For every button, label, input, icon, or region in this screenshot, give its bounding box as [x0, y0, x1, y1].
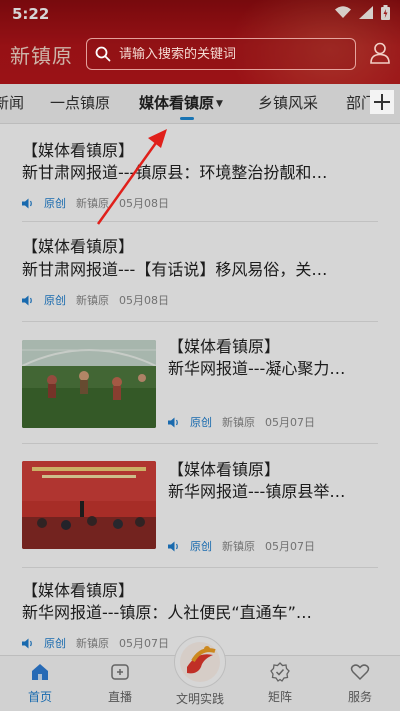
search-bar[interactable] — [86, 38, 356, 70]
article-source: 新镇原 — [222, 416, 255, 429]
wifi-icon — [335, 6, 351, 18]
search-icon — [95, 46, 111, 62]
original-tag: 原创 — [44, 637, 66, 650]
nav-service-label: 服务 — [347, 690, 372, 704]
nav-home[interactable]: 首页 — [10, 662, 70, 705]
speaker-icon — [168, 417, 178, 427]
article-thumbnail-event-stage — [22, 461, 156, 549]
article-source: 新镇原 — [76, 294, 109, 307]
search-input[interactable] — [119, 46, 339, 62]
nav-service[interactable]: 服务 — [330, 662, 390, 705]
article-date: 05月07日 — [265, 540, 315, 553]
article-title-prefix: 【媒体看镇原】 — [168, 337, 281, 356]
signal-icon — [359, 6, 373, 19]
nav-matrix[interactable]: 矩阵 — [250, 662, 310, 705]
status-bar: 5:22 — [0, 0, 400, 28]
battery-icon — [381, 5, 390, 20]
home-icon — [32, 664, 48, 680]
nav-civilization-label: 文明实践 — [175, 692, 224, 706]
speaker-icon — [22, 295, 32, 305]
nav-live[interactable]: 直播 — [90, 662, 150, 705]
article-list: 【媒体看镇原】 新甘肃网报道---镇原县：环境整治扮靓和… 原创 新镇原 05月… — [0, 125, 400, 655]
article-thumbnail-greenhouse — [22, 340, 156, 428]
article-title: 新甘肃网报道---镇原县：环境整治扮靓和… — [22, 163, 328, 182]
article-date: 05月07日 — [265, 416, 315, 429]
add-channel-button[interactable] — [370, 90, 394, 114]
speaker-icon — [22, 198, 32, 208]
article-date: 05月08日 — [119, 197, 169, 210]
live-tv-icon — [111, 664, 129, 680]
dropdown-triangle-icon: ▼ — [216, 98, 223, 109]
plus-icon — [374, 94, 390, 110]
app-logo-icon — [180, 642, 220, 682]
article-title-prefix: 【媒体看镇原】 — [22, 141, 135, 160]
divider — [22, 443, 378, 444]
article-meta: 原创 新镇原 05月07日 — [168, 538, 315, 554]
divider — [22, 321, 378, 322]
nav-live-label: 直播 — [107, 690, 132, 704]
article-title: 新华网报道---镇原：人社便民“直通车”… — [22, 603, 312, 622]
user-profile-icon[interactable] — [370, 42, 390, 64]
divider — [22, 567, 378, 568]
article-source: 新镇原 — [76, 637, 109, 650]
article-title-prefix: 【媒体看镇原】 — [22, 581, 135, 600]
tab-yidian-zhenyuan[interactable]: 一点镇原 — [50, 92, 110, 113]
original-tag: 原创 — [190, 540, 212, 553]
article-title-prefix: 【媒体看镇原】 — [168, 460, 281, 479]
original-tag: 原创 — [44, 197, 66, 210]
status-icons — [335, 5, 390, 20]
speaker-icon — [168, 541, 178, 551]
article-date: 05月07日 — [119, 637, 169, 650]
status-time: 5:22 — [12, 5, 50, 23]
original-tag: 原创 — [44, 294, 66, 307]
heart-icon — [350, 664, 370, 681]
article-meta: 原创 新镇原 05月07日 — [22, 635, 169, 651]
tab-township[interactable]: 乡镇风采 — [258, 92, 318, 113]
original-tag: 原创 — [190, 416, 212, 429]
active-tab-indicator — [180, 117, 194, 120]
article-title: 新华网报道---凝心聚力… — [168, 359, 346, 378]
article-title: 新甘肃网报道---【有话说】移风易俗，关… — [22, 260, 328, 279]
article-meta: 原创 新镇原 05月07日 — [168, 414, 315, 430]
speaker-icon — [22, 638, 32, 648]
article-source: 新镇原 — [76, 197, 109, 210]
center-logo-button[interactable] — [174, 636, 226, 688]
article-title-prefix: 【媒体看镇原】 — [22, 237, 135, 256]
matrix-badge-icon — [270, 662, 290, 682]
tab-media-zhenyuan[interactable]: 媒体看镇原 ▼ — [139, 92, 223, 113]
category-tabs: 新闻 一点镇原 媒体看镇原▼ 乡镇风采 部门 — [0, 84, 400, 124]
tab-media-zhenyuan-label: 媒体看镇原 — [139, 94, 215, 112]
article-title: 新华网报道---镇原县举… — [168, 482, 346, 501]
article-date: 05月08日 — [119, 294, 169, 307]
nav-home-label: 首页 — [27, 690, 52, 704]
tab-news[interactable]: 新闻 — [0, 92, 24, 113]
divider — [22, 221, 378, 222]
article-meta: 原创 新镇原 05月08日 — [22, 292, 169, 308]
article-source: 新镇原 — [222, 540, 255, 553]
nav-matrix-label: 矩阵 — [267, 690, 292, 704]
article-meta: 原创 新镇原 05月08日 — [22, 195, 169, 211]
brand-title: 新镇原 — [10, 44, 73, 68]
